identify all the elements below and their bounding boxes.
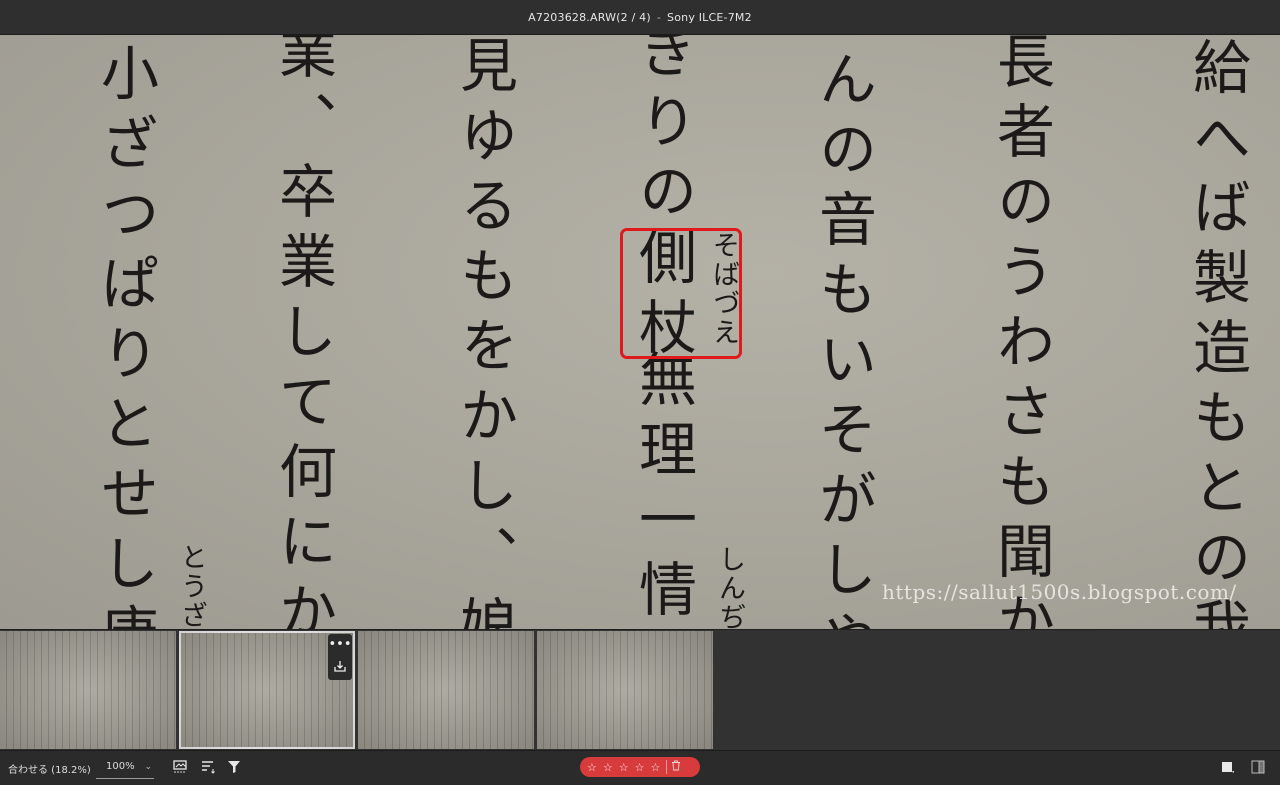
rating-star[interactable]: ☆ xyxy=(587,761,597,774)
single-view-icon[interactable] xyxy=(1221,760,1235,774)
text-column: 業、卒業して何にかた xyxy=(269,35,337,629)
status-bar: 合わせる (18.2%) 100% ⌄ ☆ ☆ ☆ ☆ ☆ xyxy=(0,750,1280,785)
rating-star[interactable]: ☆ xyxy=(635,761,645,774)
text-column: 無理一情死 xyxy=(629,349,697,629)
ruby-text: とうざ xyxy=(176,543,207,629)
window-title-bar: A7203628.ARW(2 / 4) - Sony ILCE-7M2 xyxy=(0,0,1280,35)
rating-divider xyxy=(666,760,668,774)
text-column: 見ゆるもをかし、娘は xyxy=(450,35,518,629)
filter-icon[interactable] xyxy=(226,759,244,777)
ruby-text: しんぢ xyxy=(714,545,745,629)
image-viewer[interactable]: 給へば製造もとの我等 長者のうわさも聞かぜ んの音もいそがしや名 ぎりの 無理一… xyxy=(0,35,1280,629)
rating-star[interactable]: ☆ xyxy=(651,761,661,774)
thumbnail[interactable] xyxy=(358,631,534,749)
thumbnail[interactable] xyxy=(537,631,713,749)
text-column: ぎりの xyxy=(629,35,697,231)
chevron-down-icon: ⌄ xyxy=(144,761,152,772)
rating-star[interactable]: ☆ xyxy=(619,761,629,774)
thumbnail-selected[interactable]: ••• xyxy=(179,631,355,749)
rating-star[interactable]: ☆ xyxy=(603,761,613,774)
file-name: A7203628.ARW(2 / 4) xyxy=(528,10,651,24)
zoom-dropdown[interactable]: 100% ⌄ xyxy=(96,755,154,779)
fit-zoom-label[interactable]: 合わせる (18.2%) xyxy=(8,761,91,776)
title-separator: - xyxy=(656,10,662,24)
thumbnail-actions: ••• xyxy=(328,634,352,680)
text-column: 小ざつぱりとせし唐桟 xyxy=(91,43,159,629)
text-column: んの音もいそがしや名 xyxy=(809,49,877,629)
compare-view-icon[interactable] xyxy=(1251,760,1265,774)
text-column: 長者のうわさも聞かぜ xyxy=(987,35,1055,629)
annotation-highlight-box xyxy=(620,228,742,359)
camera-model: Sony ILCE-7M2 xyxy=(667,10,752,24)
photo-canvas: 給へば製造もとの我等 長者のうわさも聞かぜ んの音もいそがしや名 ぎりの 無理一… xyxy=(0,35,1280,629)
filmstrip-view-icon[interactable] xyxy=(172,759,190,777)
sort-icon[interactable] xyxy=(199,759,217,777)
text-column: 給へば製造もとの我等 xyxy=(1183,37,1251,629)
thumbnail[interactable] xyxy=(0,631,176,749)
ellipsis-icon[interactable]: ••• xyxy=(328,637,351,652)
rating-control[interactable]: ☆ ☆ ☆ ☆ ☆ xyxy=(580,757,700,777)
watermark: https://sallut1500s.blogspot.com/ xyxy=(882,580,1237,604)
filmstrip: ••• xyxy=(0,629,1280,751)
download-icon[interactable] xyxy=(333,659,347,677)
zoom-value: 100% xyxy=(106,761,135,772)
trash-icon[interactable] xyxy=(671,760,681,774)
